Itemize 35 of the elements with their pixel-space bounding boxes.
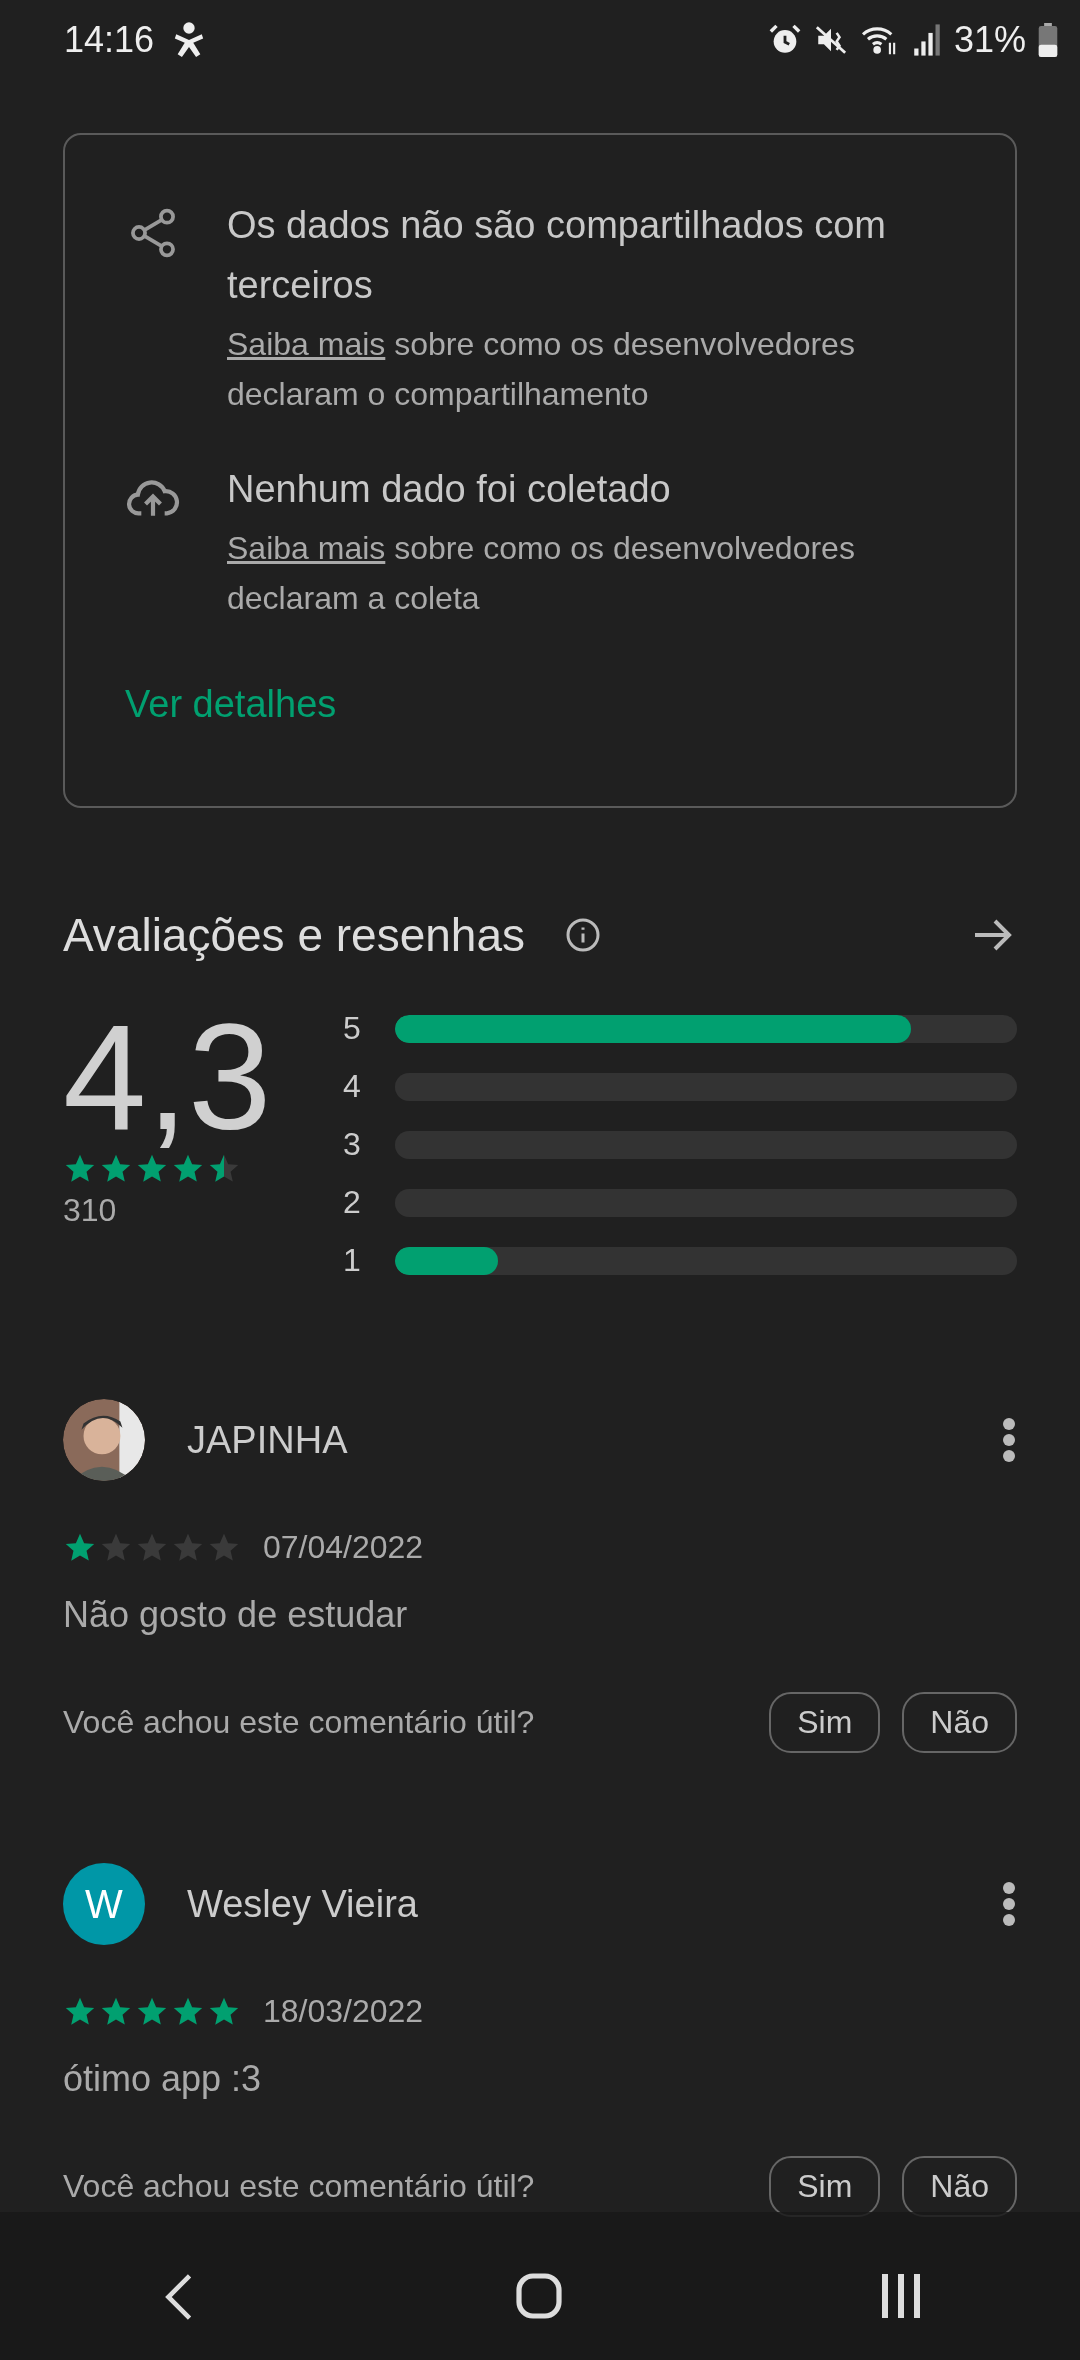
clock: 14:16 [64, 19, 155, 61]
helpful-question: Você achou este comentário útil? [63, 2168, 536, 2205]
more-options-icon[interactable] [1001, 1880, 1017, 1928]
safety-description: Saiba mais sobre como os desenvolvedores declaram a coleta [227, 529, 856, 618]
review-date: 07/04/2022 [263, 1529, 424, 1566]
safety-title: Nenhum dado foi coletado [227, 467, 672, 512]
user-avatar: W [63, 1863, 145, 1945]
star-level-label: 2 [343, 1184, 362, 1221]
info-icon[interactable] [565, 917, 601, 953]
star-level-label: 4 [343, 1068, 362, 1105]
review-date: 18/03/2022 [263, 1993, 424, 2030]
learn-more-link[interactable]: Saiba mais [227, 530, 386, 566]
home-icon[interactable] [515, 2272, 563, 2320]
safety-description: Saiba mais sobre como os desenvolvedores declaram o compartilhamento [227, 325, 856, 414]
star-level-label: 3 [343, 1126, 362, 1163]
star-level-label: 1 [343, 1242, 362, 1279]
vote-button[interactable]: Sim [769, 1692, 881, 1753]
vote-button[interactable]: Não [902, 1692, 1017, 1753]
battery-percent: 31% [953, 19, 1026, 61]
safety-title: Os dados não são compartilhados com terceiros [227, 203, 888, 308]
star-level-label: 5 [343, 1010, 362, 1047]
review-text: ótimo app :3 [63, 2058, 263, 2100]
reviewer-name: JAPINHA [187, 1418, 349, 1462]
helpful-question: Você achou este comentário útil? [63, 1704, 536, 1741]
battery-icon [1038, 23, 1058, 57]
rating-score: 4,3 [63, 1002, 273, 1152]
recent-apps-icon[interactable] [879, 2272, 922, 2320]
rating-count: 310 [63, 1192, 118, 1229]
reviewer-name: Wesley Vieira [187, 1882, 419, 1926]
details-link[interactable]: Ver detalhes [125, 683, 337, 726]
section-title: Avaliações e resenhas [63, 908, 525, 962]
signal-icon [911, 23, 942, 57]
more-options-icon[interactable] [1001, 1416, 1017, 1464]
learn-more-link[interactable]: Saiba mais [227, 326, 386, 362]
review-text: Não gosto de estudar [63, 1594, 409, 1636]
